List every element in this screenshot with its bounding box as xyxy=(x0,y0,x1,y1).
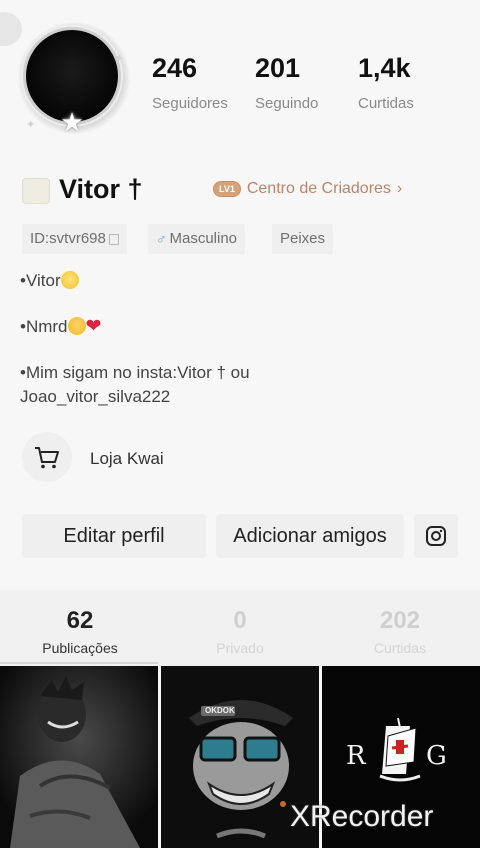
creator-center-link[interactable]: LV1 Centro de Criadores › xyxy=(213,180,402,198)
star-icon: ★ xyxy=(60,107,84,137)
cap-text: OKDOK xyxy=(205,706,235,715)
zodiac-chip: Peixes xyxy=(272,224,334,254)
gender-chip: ♂ Masculino xyxy=(148,224,246,254)
stat-likes[interactable]: 1,4k Curtidas xyxy=(358,52,454,112)
active-tab-indicator xyxy=(0,662,158,664)
profile-name: Vitor † xyxy=(59,174,143,204)
tab-label: Privado xyxy=(216,640,264,656)
tab-count: 202 xyxy=(379,607,421,634)
store-label[interactable]: Loja Kwai xyxy=(90,449,164,469)
chevron-right-icon: › xyxy=(396,180,403,197)
tab-count: 0 xyxy=(233,607,247,634)
tab-liked[interactable]: 202 Curtidas xyxy=(320,606,480,656)
store-button[interactable] xyxy=(22,432,72,482)
name-badge-icon xyxy=(22,178,50,204)
instagram-button[interactable] xyxy=(414,514,458,558)
instagram-icon xyxy=(426,526,446,546)
bio-line: Joao_vitor_silva222 xyxy=(20,387,171,406)
stat-followers[interactable]: 246 Seguidores xyxy=(152,52,248,112)
likes-count: 1,4k xyxy=(358,53,411,83)
user-id: ID:svtvr698 xyxy=(30,230,106,247)
following-count: 201 xyxy=(255,53,301,83)
following-label: Seguindo xyxy=(255,95,319,112)
add-friends-button[interactable]: Adicionar amigos xyxy=(216,514,404,558)
creator-center-label: Centro de Criadores xyxy=(246,180,391,197)
copy-icon[interactable] xyxy=(108,233,119,245)
edit-profile-button[interactable]: Editar perfil xyxy=(22,514,206,558)
bio-line: •Nmrd ❤ xyxy=(20,315,101,339)
cart-icon xyxy=(35,447,59,469)
svg-text:G: G xyxy=(426,741,447,771)
svg-text:R: R xyxy=(346,741,367,771)
sparkle-icon: ✦ xyxy=(114,53,124,65)
smiling-face-hearts-emoji-icon xyxy=(67,317,86,335)
video-thumbnail[interactable] xyxy=(0,666,158,848)
chat-bubble-icon[interactable] xyxy=(0,12,22,46)
smiling-face-emoji-icon xyxy=(60,271,79,289)
gender-label: Masculino xyxy=(169,230,238,247)
bio-line: •Vitor xyxy=(20,269,79,293)
id-chip[interactable]: ID:svtvr698 xyxy=(22,224,127,254)
sparkle-icon: ✦ xyxy=(26,119,36,131)
thumbnail-image xyxy=(0,666,158,848)
male-icon: ♂ xyxy=(156,231,167,247)
red-heart-emoji-icon: ❤ xyxy=(85,316,102,337)
bio-text: •Nmrd xyxy=(20,317,68,336)
tab-count: 62 xyxy=(66,607,94,634)
followers-count: 246 xyxy=(152,53,198,83)
followers-label: Seguidores xyxy=(152,95,228,112)
recorder-watermark: XRecorder xyxy=(290,800,434,833)
tab-publications[interactable]: 62 Publicações xyxy=(0,606,160,656)
stat-following[interactable]: 201 Seguindo xyxy=(255,52,351,112)
bio-text: •Vitor xyxy=(20,271,61,290)
tab-private[interactable]: 0 Privado xyxy=(160,606,320,656)
zodiac-label: Peixes xyxy=(280,230,326,247)
likes-label: Curtidas xyxy=(358,95,414,112)
tab-label: Curtidas xyxy=(373,640,427,656)
creator-level-badge: LV1 xyxy=(213,181,241,197)
bio-line: •Mim sigam no insta:Vitor † ou xyxy=(20,363,250,382)
tab-label: Publicações xyxy=(42,640,118,656)
